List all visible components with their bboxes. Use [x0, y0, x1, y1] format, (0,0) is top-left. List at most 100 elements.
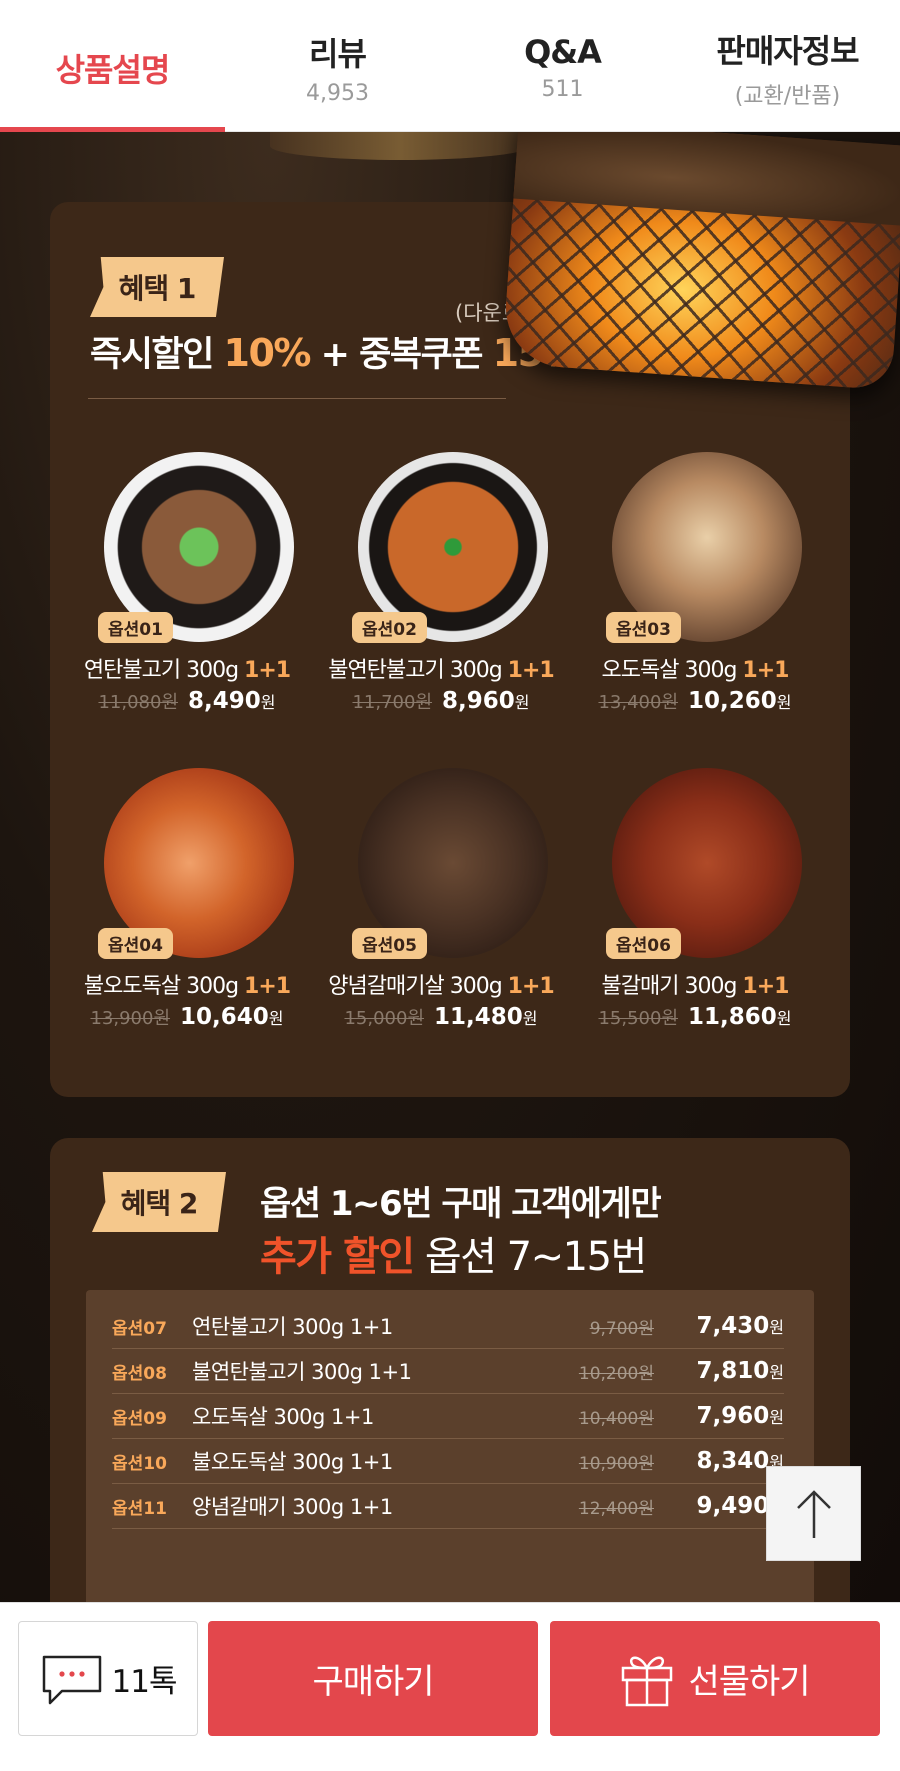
option-card[interactable]: 옵션05 양념갈매기살 300g 1+1 15,000원 11,480원	[316, 768, 566, 1030]
option-range: 옵션 7~15번	[413, 1234, 648, 1280]
grill-photo	[501, 132, 900, 391]
original-price: 11,080원	[98, 692, 179, 713]
gift-button[interactable]: 선물하기	[550, 1621, 880, 1736]
list-item[interactable]: 옵션07 연탄불고기 300g 1+1 9,700원 7,430원	[112, 1304, 784, 1349]
original-price: 10,900원	[578, 1453, 654, 1474]
original-price: 10,200원	[578, 1363, 654, 1384]
list-item[interactable]: 옵션09 오도독살 300g 1+1 10,400원 7,960원	[112, 1394, 784, 1439]
sale-price: 8,340원	[654, 1448, 785, 1474]
chat-button[interactable]: 11톡	[18, 1621, 198, 1736]
bottom-action-bar: 11톡 구매하기 선물하기	[0, 1602, 900, 1771]
original-price: 15,000원	[344, 1008, 425, 1029]
option-tag: 옵션03	[606, 612, 681, 643]
tab-label: 리뷰	[309, 35, 367, 73]
buy-label: 구매하기	[312, 1662, 434, 1702]
option-price: 15,000원 11,480원	[316, 1004, 566, 1030]
option-price: 11,700원 8,960원	[316, 688, 566, 714]
list-item[interactable]: 옵션11 양념갈매기 300g 1+1 12,400원 9,490원	[112, 1484, 784, 1529]
sale-price: 8,490	[188, 688, 261, 714]
gift-label: 선물하기	[688, 1662, 810, 1702]
original-price: 13,900원	[90, 1008, 171, 1029]
option-name: 불연탄불고기 300g 1+1	[192, 1360, 412, 1384]
product-detail-image: 혜택 1 (다운로드) 즉시할인 10% + 중복쿠폰 15% 옵션01 연탄불…	[0, 132, 900, 1602]
tab-qna[interactable]: Q&A 511	[450, 0, 675, 131]
option-code: 옵션08	[112, 1363, 167, 1384]
option-code: 옵션10	[112, 1453, 167, 1474]
tab-reviews[interactable]: 리뷰 4,953	[225, 0, 450, 131]
original-price: 13,400원	[598, 692, 679, 713]
tab-label: 상품설명	[55, 50, 171, 89]
option-card[interactable]: 옵션02 불연탄불고기 300g 1+1 11,700원 8,960원	[316, 452, 566, 714]
tab-seller-info[interactable]: 판매자정보 (교환/반품)	[675, 0, 900, 131]
promo-label: 1+1	[244, 658, 291, 683]
option-name: 연탄불고기 300g 1+1	[192, 1315, 393, 1339]
option-name: 양념갈매기살 300g 1+1	[316, 968, 566, 1000]
option-price: 11,080원 8,490원	[62, 688, 312, 714]
option-code: 옵션11	[112, 1498, 167, 1519]
extra-options-list: 옵션07 연탄불고기 300g 1+1 9,700원 7,430원 옵션08 불…	[86, 1290, 814, 1602]
currency: 원	[514, 693, 530, 712]
option-card[interactable]: 옵션03 오도독살 300g 1+1 13,400원 10,260원	[570, 452, 820, 714]
option-name: 불갈매기 300g 1+1	[570, 968, 820, 1000]
name-text: 오도독살 300g	[601, 658, 743, 683]
original-price: 12,400원	[578, 1498, 654, 1519]
original-price: 15,500원	[598, 1008, 679, 1029]
badge-label: 혜택 1	[118, 272, 197, 305]
extra-discount-label: 추가 할인	[260, 1234, 415, 1280]
price-value: 7,810	[696, 1358, 770, 1384]
list-item[interactable]: 옵션10 불오도독살 300g 1+1 10,900원 8,340원	[112, 1439, 784, 1484]
name-text: 연탄불고기 300g	[83, 658, 245, 683]
name-text: 불갈매기 300g	[601, 974, 743, 999]
option-price: 13,400원 10,260원	[570, 688, 820, 714]
sale-price: 11,860	[688, 1004, 777, 1030]
option-tag: 옵션02	[352, 612, 427, 643]
sale-price: 11,480	[434, 1004, 523, 1030]
price-value: 8,340	[696, 1448, 770, 1474]
option-card[interactable]: 옵션06 불갈매기 300g 1+1 15,500원 11,860원	[570, 768, 820, 1030]
badge-label: 혜택 2	[120, 1187, 199, 1220]
qna-count: 511	[541, 77, 584, 102]
buy-button[interactable]: 구매하기	[208, 1621, 538, 1736]
option-tag: 옵션06	[606, 928, 681, 959]
promo-label: 1+1	[742, 658, 789, 683]
option-tag: 옵션05	[352, 928, 427, 959]
option-price: 15,500원 11,860원	[570, 1004, 820, 1030]
chat-label: 11톡	[111, 1664, 178, 1700]
review-count: 4,953	[306, 81, 369, 106]
currency: 원	[769, 1318, 784, 1337]
name-text: 불오도독살 300g	[83, 974, 245, 999]
tab-description[interactable]: 상품설명	[0, 0, 225, 132]
tab-sublabel: (교환/반품)	[734, 83, 841, 109]
sale-price: 8,960	[442, 688, 515, 714]
option-card[interactable]: 옵션01 연탄불고기 300g 1+1 11,080원 8,490원	[62, 452, 312, 714]
option-name: 양념갈매기 300g 1+1	[192, 1495, 393, 1519]
name-text: 양념갈매기살 300g	[328, 974, 508, 999]
price-value: 9,490	[696, 1493, 770, 1519]
gift-icon	[622, 1656, 673, 1706]
option-price: 13,900원 10,640원	[62, 1004, 312, 1030]
scroll-to-top-button[interactable]	[766, 1466, 861, 1561]
option-tag: 옵션01	[98, 612, 173, 643]
price-value: 7,960	[696, 1403, 770, 1429]
currency: 원	[776, 1009, 792, 1028]
original-price: 9,700원	[589, 1318, 654, 1339]
currency: 원	[776, 693, 792, 712]
benefit-2-panel: 혜택 2 옵션 1~6번 구매 고객에게만 추가 할인 옵션 7~15번 옵션0…	[50, 1138, 850, 1602]
promo-label: 1+1	[244, 974, 291, 999]
divider	[88, 398, 506, 399]
option-name: 불연탄불고기 300g 1+1	[316, 652, 566, 684]
option-name: 불오도독살 300g 1+1	[62, 968, 312, 1000]
headline-part: 즉시할인	[90, 335, 224, 375]
option-card[interactable]: 옵션04 불오도독살 300g 1+1 13,900원 10,640원	[62, 768, 312, 1030]
sale-price: 10,640	[180, 1004, 269, 1030]
currency: 원	[260, 693, 276, 712]
list-item[interactable]: 옵션08 불연탄불고기 300g 1+1 10,200원 7,810원	[112, 1349, 784, 1394]
price-value: 7,430	[696, 1313, 770, 1339]
instant-discount-rate: 10%	[223, 331, 312, 375]
benefit-2-subheadline: 추가 할인 옵션 7~15번	[260, 1224, 648, 1282]
sale-price: 7,430원	[654, 1313, 785, 1339]
original-price: 10,400원	[578, 1408, 654, 1429]
tab-label: Q&A	[524, 33, 602, 71]
option-code: 옵션07	[112, 1318, 167, 1339]
product-tab-bar: 상품설명 리뷰 4,953 Q&A 511 판매자정보 (교환/반품)	[0, 0, 900, 132]
